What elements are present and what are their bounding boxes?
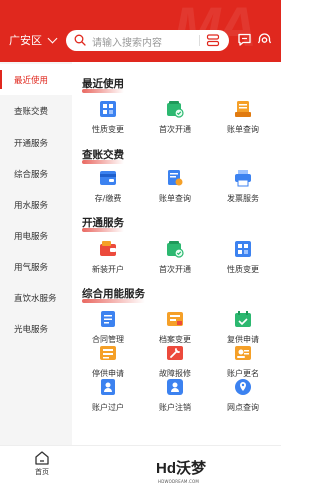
service-outlet-query[interactable]: 网点查询 xyxy=(208,378,278,418)
service-invoice[interactable]: 发票服务 xyxy=(208,169,278,209)
service-new-account[interactable]: 新装开户 xyxy=(73,240,143,280)
outlet-query-icon xyxy=(235,379,251,395)
service-grid: 最近使用 性质变更 首次开通 账单查询 查账交费 存/缴费 账单查询 发票服务 … xyxy=(72,62,281,445)
section-title-billing: 查账交费 xyxy=(82,147,124,164)
nav-home-label: 首页 xyxy=(35,468,49,476)
city-selector[interactable]: 广安区 xyxy=(9,32,58,48)
stop-supply-icon xyxy=(100,346,116,360)
sidebar-item-recent[interactable]: 最近使用 xyxy=(0,64,72,95)
scan-icon[interactable] xyxy=(206,34,220,47)
service-label: 发票服务 xyxy=(227,194,259,203)
search-bar[interactable]: 请输入搜索内容 xyxy=(66,30,229,51)
sidebar-item-water[interactable]: 用水服务 xyxy=(0,189,72,220)
chevron-down-icon xyxy=(47,33,58,43)
nav-home[interactable]: 首页 xyxy=(24,450,60,480)
service-label: 性质变更 xyxy=(92,125,124,134)
sidebar-item-drinking-water[interactable]: 直饮水服务 xyxy=(0,282,72,313)
service-property-change[interactable]: 性质变更 xyxy=(73,100,143,140)
sidebar-item-photovoltaic[interactable]: 光电服务 xyxy=(0,313,72,344)
first-activation-icon xyxy=(167,101,184,118)
service-first-activation[interactable]: 首次开通 xyxy=(140,100,210,140)
brand-watermark: Hd沃梦 HDWODREAM.COM xyxy=(156,457,216,493)
brand-name: Hd沃梦 xyxy=(156,460,206,477)
service-first-activation-2[interactable]: 首次开通 xyxy=(140,240,210,280)
service-label: 性质变更 xyxy=(227,265,259,274)
sidebar-item-electric[interactable]: 用电服务 xyxy=(0,220,72,251)
service-label: 账单查询 xyxy=(159,194,191,203)
section-title-recent: 最近使用 xyxy=(82,76,124,93)
brand-url: HDWODREAM.COM xyxy=(158,479,200,484)
service-label: 首次开通 xyxy=(159,265,191,274)
sidebar-item-activation[interactable]: 开通服务 xyxy=(0,127,72,158)
first-activation-icon xyxy=(167,241,184,258)
property-change-icon xyxy=(100,101,116,117)
archive-change-icon xyxy=(167,312,183,326)
service-label: 账户过户 xyxy=(92,403,124,412)
cancel-account-icon xyxy=(167,379,183,395)
sidebar-item-billing[interactable]: 查账交费 xyxy=(0,95,72,126)
service-bill-query-2[interactable]: 账单查询 xyxy=(140,169,210,209)
deposit-pay-icon xyxy=(100,171,116,185)
sidebar-item-gas[interactable]: 用气服务 xyxy=(0,251,72,282)
service-label: 首次开通 xyxy=(159,125,191,134)
invoice-printer-icon xyxy=(235,170,251,187)
repair-icon xyxy=(167,346,183,360)
search-divider xyxy=(199,35,200,46)
section-title-activation: 开通服务 xyxy=(82,215,124,232)
transfer-account-icon xyxy=(101,379,115,395)
service-label: 账单查询 xyxy=(227,125,259,134)
bottom-nav: 首页 xyxy=(0,445,281,500)
contract-icon xyxy=(101,311,115,327)
message-icon[interactable] xyxy=(237,32,252,47)
service-property-change-2[interactable]: 性质变更 xyxy=(208,240,278,280)
city-label: 广安区 xyxy=(9,34,42,47)
rename-account-icon xyxy=(235,346,251,360)
service-deposit-pay[interactable]: 存/缴费 xyxy=(73,169,143,209)
property-change-icon xyxy=(235,241,251,257)
service-label: 新装开户 xyxy=(92,265,124,274)
service-cancel-account[interactable]: 账户注销 xyxy=(140,378,210,418)
new-account-icon xyxy=(100,241,116,256)
service-label: 存/缴费 xyxy=(94,194,122,203)
resupply-calendar-icon xyxy=(235,311,251,327)
sidebar-item-general[interactable]: 综合服务 xyxy=(0,158,72,189)
service-transfer-account[interactable]: 账户过户 xyxy=(73,378,143,418)
service-icon[interactable] xyxy=(257,32,272,47)
top-header: MA 广安区 请输入搜索内容 xyxy=(0,0,281,62)
section-title-integrated: 综合用能服务 xyxy=(82,286,145,303)
service-label: 账户注销 xyxy=(159,403,191,412)
category-sidebar: 最近使用 查账交费 开通服务 综合服务 用水服务 用电服务 用气服务 直饮水服务… xyxy=(0,62,72,445)
service-label: 网点查询 xyxy=(227,403,259,412)
bill-query-icon xyxy=(168,170,183,186)
home-icon xyxy=(35,451,49,465)
search-input[interactable]: 请输入搜索内容 xyxy=(92,34,162,49)
search-icon xyxy=(74,34,86,46)
service-bill-query[interactable]: 账单查询 xyxy=(208,100,278,140)
bill-query-icon xyxy=(235,101,251,117)
